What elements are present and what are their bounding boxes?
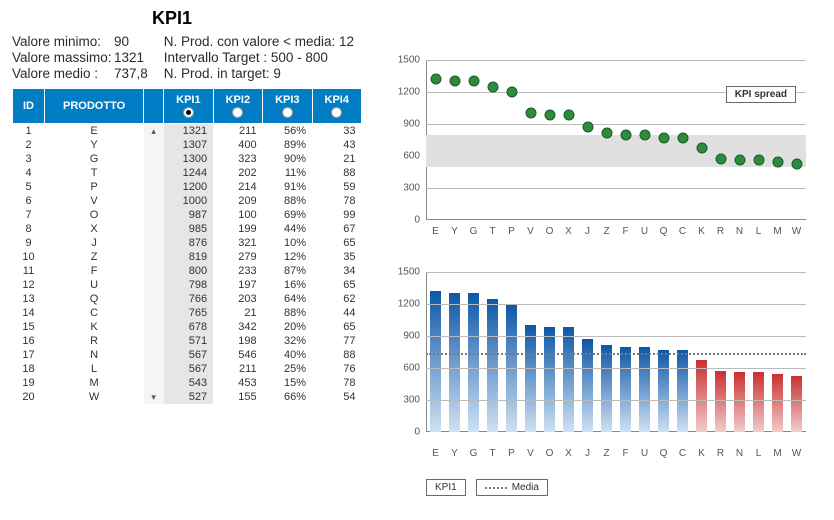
page-title: KPI1 xyxy=(152,8,822,29)
table-row: 2Y130740089%43 xyxy=(13,138,362,152)
legend-item-kpi1: KPI1 xyxy=(426,479,466,496)
data-point xyxy=(753,154,764,165)
chevron-down-icon[interactable]: ▾ xyxy=(150,393,158,402)
table-row: 11F80023387%34 xyxy=(13,264,362,278)
data-point xyxy=(715,154,726,165)
table-row: 6V100020988%78 xyxy=(13,194,362,208)
scroll-col xyxy=(144,89,164,124)
table-row: 5P120021491%59 xyxy=(13,180,362,194)
data-point xyxy=(468,76,479,87)
data-point xyxy=(696,142,707,153)
radio-icon[interactable] xyxy=(183,107,194,118)
kpi-header-kpi4[interactable]: KPI4 xyxy=(312,89,361,124)
table-row: 18L56721125%76 xyxy=(13,362,362,376)
data-point xyxy=(620,129,631,140)
col-id: ID xyxy=(13,89,45,124)
table-row: 1E▴132121156%33 xyxy=(13,124,362,139)
data-point xyxy=(639,129,650,140)
data-point xyxy=(525,108,536,119)
stat-row: Intervallo Target : 500 - 800 xyxy=(164,50,354,65)
legend-kpi-spread: KPI spread xyxy=(726,86,796,103)
table-row: 9J87632110%65 xyxy=(13,236,362,250)
legend-item-media: Media xyxy=(476,479,548,496)
table-row: 13Q76620364%62 xyxy=(13,292,362,306)
kpi-header-kpi2[interactable]: KPI2 xyxy=(213,89,262,124)
data-table: IDPRODOTTO KPI1KPI2KPI3KPI4 1E▴132121156%… xyxy=(12,88,362,404)
kpi-header-kpi3[interactable]: KPI3 xyxy=(263,89,312,124)
stat-row: Valore medio :737,8 xyxy=(12,66,148,81)
stat-row: N. Prod. in target: 9 xyxy=(164,66,354,81)
kpi-spread-chart: 030060090012001500 EYGTPVOXJZFUQCKRNLMW … xyxy=(390,52,810,252)
data-point xyxy=(563,109,574,120)
data-point xyxy=(582,121,593,132)
data-point xyxy=(506,87,517,98)
data-point xyxy=(487,82,498,93)
media-line xyxy=(426,353,806,355)
stat-row: Valore massimo:1321 xyxy=(12,50,148,65)
target-band xyxy=(426,135,806,167)
data-point xyxy=(734,154,745,165)
data-point xyxy=(791,158,802,169)
table-row: 16R57119832%77 xyxy=(13,334,362,348)
table-row: 17N56754640%88 xyxy=(13,348,362,362)
data-point xyxy=(430,74,441,85)
data-point xyxy=(677,133,688,144)
table-row: 3G130032390%21 xyxy=(13,152,362,166)
table-row: 19M54345315%78 xyxy=(13,376,362,390)
data-point xyxy=(772,157,783,168)
data-point xyxy=(544,109,555,120)
chevron-up-icon[interactable]: ▴ xyxy=(150,127,158,136)
bar-legend: KPI1 Media xyxy=(426,479,548,496)
col-prodotto: PRODOTTO xyxy=(45,89,144,124)
table-row: 4T124420211%88 xyxy=(13,166,362,180)
radio-icon[interactable] xyxy=(282,107,293,118)
table-row: 7O98710069%99 xyxy=(13,208,362,222)
data-point xyxy=(449,75,460,86)
radio-icon[interactable] xyxy=(232,107,243,118)
data-point xyxy=(601,127,612,138)
data-point xyxy=(658,133,669,144)
table-row: 14C7652188%44 xyxy=(13,306,362,320)
table-row: 12U79819716%65 xyxy=(13,278,362,292)
stat-row: N. Prod. con valore < media: 12 xyxy=(164,34,354,49)
table-row: 8X98519944%67 xyxy=(13,222,362,236)
table-row: 10Z81927912%35 xyxy=(13,250,362,264)
kpi-header-kpi1[interactable]: KPI1 xyxy=(164,89,213,124)
table-row: 20W▾52715566%54 xyxy=(13,390,362,404)
stat-row: Valore minimo:90 xyxy=(12,34,148,49)
kpi-bar-chart: 030060090012001500 EYGTPVOXJZFUQCKRNLMW … xyxy=(390,264,810,474)
radio-icon[interactable] xyxy=(331,107,342,118)
table-row: 15K67834220%65 xyxy=(13,320,362,334)
